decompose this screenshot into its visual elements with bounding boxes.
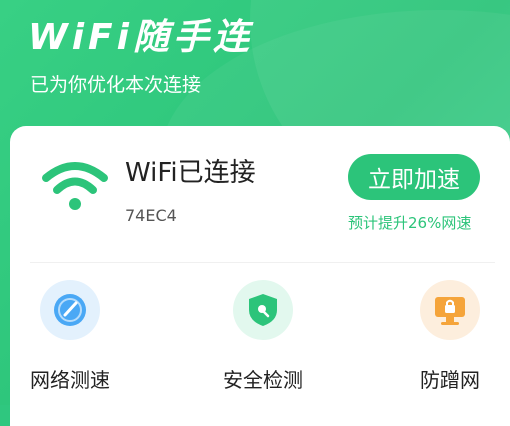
network-name: 74EC4 <box>125 206 177 225</box>
connection-card: WiFi已连接 74EC4 立即加速 预计提升26%网速 网络测速 安全检测 防… <box>10 126 510 426</box>
shield-icon <box>233 280 293 340</box>
tool-label: 网络测速 <box>30 368 110 392</box>
app-subtitle: 已为你优化本次连接 <box>30 74 202 96</box>
tool-label: 防蹭网 <box>420 368 480 392</box>
tool-security-check[interactable]: 安全检测 <box>203 280 323 393</box>
app-title: WiFi随手连 <box>28 17 253 58</box>
tool-label: 安全检测 <box>223 368 303 392</box>
lock-monitor-icon <box>420 280 480 340</box>
tool-speed-test[interactable]: 网络测速 <box>10 280 130 393</box>
boost-estimate: 预计提升26%网速 <box>348 214 472 232</box>
connection-status: WiFi已连接 <box>125 158 256 188</box>
speedometer-icon <box>40 280 100 340</box>
wifi-icon <box>42 162 108 210</box>
boost-button[interactable]: 立即加速 <box>348 154 480 200</box>
tool-anti-leech[interactable]: 防蹭网 <box>390 280 510 393</box>
divider <box>30 262 495 263</box>
